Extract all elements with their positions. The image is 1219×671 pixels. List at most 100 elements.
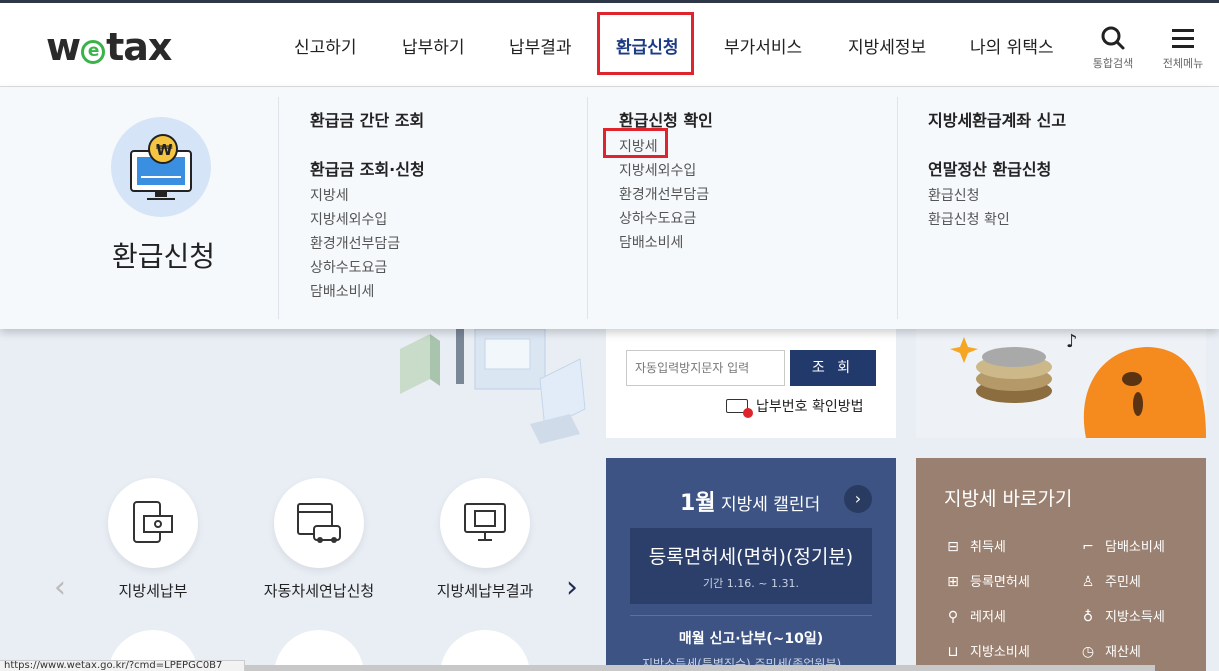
menu-check-tobacco-tax[interactable]: 담배소비세 [619, 232, 683, 252]
person-icon: ♙ [1081, 574, 1095, 590]
search-label: 통합검색 [1092, 57, 1134, 70]
service-local-tax-pay-result[interactable]: 지방세납부결과 [410, 478, 560, 601]
menu-check-nontax-revenue[interactable]: 지방세외수입 [619, 160, 696, 180]
calendar-card-title: 등록면허세(면허)(정기분) [648, 546, 854, 568]
service-local-tax-pay[interactable]: 지방세납부 [78, 478, 228, 601]
menu-year-end-refund-apply[interactable]: 환급신청 [928, 185, 980, 205]
hamburger-icon [1172, 29, 1194, 48]
logo-tax: tax [106, 25, 172, 69]
captcha-input[interactable]: 자동입력방지문자 입력 [626, 350, 785, 386]
browser-status-bar: https://www.wetax.go.kr/?cmd=LPEPGC0B7 [0, 660, 245, 671]
nav-refund-highlight [597, 12, 694, 75]
services-next-arrow[interactable]: › [566, 570, 578, 605]
nav-pay[interactable]: 납부하기 [402, 33, 465, 58]
menu-check-local-tax-highlight [603, 128, 668, 158]
nav-extra-service[interactable]: 부가서비스 [724, 33, 802, 58]
shortcut-label: 지방소비세 [970, 645, 1030, 660]
shortcut-label: 주민세 [1105, 575, 1141, 590]
menu-lookup-local-tax[interactable]: 지방세 [310, 185, 349, 205]
calendar-card-period: 기간 1.16. ~ 1.31. [703, 577, 799, 590]
service-circle [440, 478, 530, 568]
cigarette-icon: ⌐ [1082, 539, 1094, 555]
phone-bill-icon [133, 501, 173, 543]
mega-menu-title: 환급신청 [112, 240, 216, 273]
cart-icon: ⊔ [947, 644, 959, 660]
shortcut-leisure-tax[interactable]: ⚲ 레저세 [944, 606, 1006, 625]
all-menu-label: 전체메뉴 [1162, 57, 1204, 70]
service-label: 지방세납부결과 [436, 582, 534, 600]
coins-character-image: ♪ [950, 331, 1206, 438]
menu-year-end-refund-check[interactable]: 환급신청 확인 [928, 209, 1010, 229]
logo-e: e [81, 40, 106, 64]
menu-refund-account-report[interactable]: 지방세환급계좌 신고 [928, 107, 1066, 131]
shortcut-local-consumption-tax[interactable]: ⊔ 지방소비세 [944, 641, 1030, 660]
shortcut-property-tax[interactable]: ◷ 재산세 [1079, 641, 1141, 660]
shortcut-title: 지방세 바로가기 [944, 488, 1073, 510]
svg-text:₩: ₩ [156, 141, 173, 159]
promo-banner[interactable]: ♪ [916, 329, 1206, 438]
nav-report[interactable]: 신고하기 [294, 33, 357, 58]
shortcut-label: 레저세 [970, 610, 1006, 625]
calendar-next-button[interactable]: › [844, 485, 872, 513]
mega-divider [897, 97, 898, 319]
local-tax-shortcut-panel: 지방세 바로가기 ⊟ 취득세 ⌐ 담배소비세 ⊞ 등록면허세 ♙ 주민세 ⚲ 레저세 ♁ 지… [916, 458, 1206, 671]
local-tax-calendar: 1월 지방세 캘린더 › 등록면허세(면허)(정기분) 기간 1.16. ~ 1… [606, 458, 896, 671]
calendar-divider [630, 615, 872, 616]
monitor-won-icon: ₩ [130, 134, 192, 200]
shortcut-label: 등록면허세 [970, 575, 1030, 590]
shortcut-label: 재산세 [1105, 645, 1141, 660]
plus-box-icon: ⊞ [947, 574, 959, 590]
briefcase-icon: ⊟ [947, 539, 959, 555]
search-icon [1101, 26, 1125, 50]
menu-refund-quick-lookup[interactable]: 환급금 간단 조회 [310, 107, 424, 131]
service-circle [274, 478, 364, 568]
menu-check-water-fee[interactable]: 상하수도요금 [619, 208, 696, 228]
calendar-title-text: 지방세 캘린더 [720, 495, 821, 515]
lookup-button[interactable]: 조 회 [790, 350, 876, 386]
clock-icon: ◷ [1081, 644, 1095, 660]
refund-illustration: ₩ [111, 117, 211, 217]
menu-year-end-refund[interactable]: 연말정산 환급신청 [928, 156, 1051, 180]
receipt-alert-icon [726, 399, 753, 418]
shortcut-registration-tax[interactable]: ⊞ 등록면허세 [944, 571, 1030, 590]
mega-divider [278, 97, 279, 319]
svg-text:♪: ♪ [1066, 331, 1078, 352]
service-label: 자동차세연납신청 [263, 582, 375, 600]
menu-lookup-water-fee[interactable]: 상하수도요금 [310, 257, 387, 277]
services-prev-arrow[interactable]: ‹ [54, 570, 66, 605]
horizontal-scrollbar[interactable] [245, 665, 1155, 671]
payment-number-help-label: 납부번호 확인방법 [756, 399, 864, 415]
nav-pay-result[interactable]: 납부결과 [509, 33, 572, 58]
menu-lookup-nontax-revenue[interactable]: 지방세외수입 [310, 209, 387, 229]
calendar-card[interactable]: 등록면허세(면허)(정기분) 기간 1.16. ~ 1.31. [630, 528, 872, 604]
refund-mega-menu: ₩ 환급신청 환급금 간단 조회 환급금 조회·신청 지방세 지방세외수입 환경… [0, 87, 1219, 329]
all-menu-button[interactable]: 전체메뉴 [1153, 25, 1213, 71]
mega-divider [587, 97, 588, 319]
city-illustration [400, 329, 586, 444]
search-button[interactable]: 통합검색 [1083, 25, 1143, 71]
monitor-folder-icon [464, 503, 506, 541]
shortcut-acquisition-tax[interactable]: ⊟ 취득세 [944, 536, 1006, 555]
shortcut-local-income-tax[interactable]: ♁ 지방소득세 [1079, 606, 1165, 625]
menu-lookup-environment-charge[interactable]: 환경개선부담금 [310, 233, 400, 253]
shortcut-resident-tax[interactable]: ♙ 주민세 [1079, 571, 1141, 590]
menu-refund-lookup-apply[interactable]: 환급금 조회·신청 [310, 156, 425, 180]
menu-lookup-tobacco-tax[interactable]: 담배소비세 [310, 281, 374, 301]
menu-check-environment-charge[interactable]: 환경개선부담금 [619, 184, 709, 204]
money-bag-icon: ♁ [1082, 609, 1094, 625]
payment-number-help-link[interactable]: 납부번호 확인방법 [726, 396, 864, 418]
calendar-car-icon [297, 503, 341, 543]
bicycle-icon: ⚲ [947, 609, 959, 625]
shortcut-label: 담배소비세 [1105, 540, 1165, 555]
nav-my-wetax[interactable]: 나의 위택스 [970, 33, 1054, 58]
calendar-title: 1월 지방세 캘린더 [680, 485, 820, 517]
shortcut-tobacco-tax[interactable]: ⌐ 담배소비세 [1079, 536, 1165, 555]
shortcut-label: 취득세 [970, 540, 1006, 555]
service-car-tax-annual[interactable]: 자동차세연납신청 [244, 478, 394, 601]
calendar-monthly-label: 매월 신고·납부(~10일) [678, 631, 824, 647]
nav-local-tax-info[interactable]: 지방세정보 [848, 33, 926, 58]
wetax-logo[interactable]: w e tax [46, 25, 172, 69]
service-label: 지방세납부 [118, 582, 188, 600]
shortcut-label: 지방소득세 [1105, 610, 1165, 625]
logo-w: w [46, 25, 81, 69]
